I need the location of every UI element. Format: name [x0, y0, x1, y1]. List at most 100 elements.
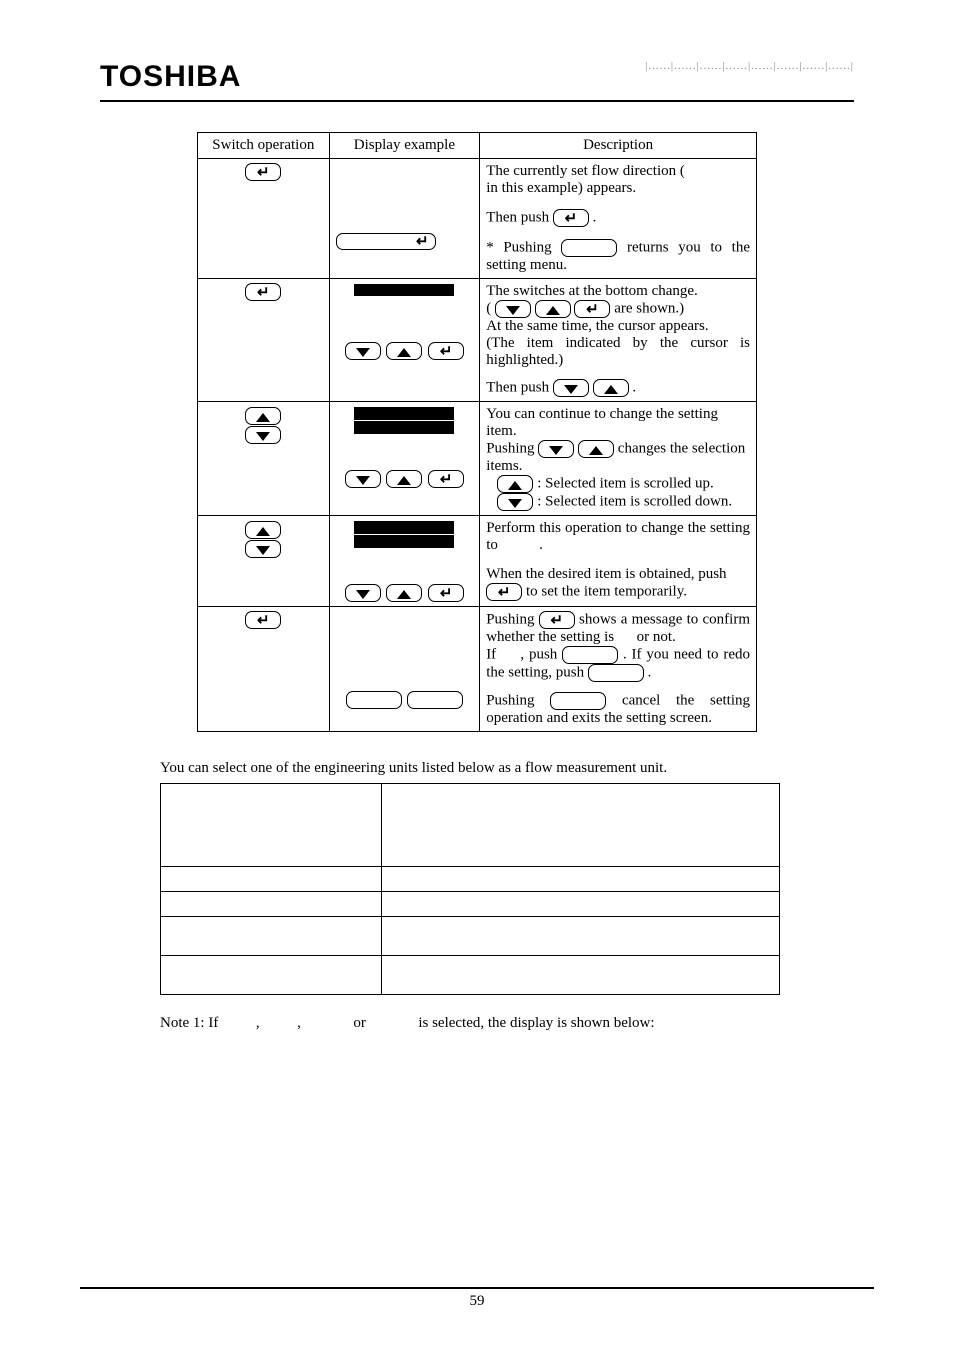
triangle-up-icon [604, 385, 618, 394]
triangle-up-icon [397, 476, 411, 485]
enter-icon: ↵ [440, 586, 453, 602]
triangle-up-icon [508, 481, 522, 490]
up-button[interactable] [578, 440, 614, 458]
blank-button[interactable] [346, 691, 402, 709]
enter-button[interactable]: ↵ [245, 163, 281, 181]
triangle-up-icon [256, 527, 270, 536]
desc-text: or not. [637, 629, 676, 645]
up-button[interactable] [535, 300, 571, 318]
table-row [161, 867, 780, 892]
down-button[interactable] [345, 342, 381, 360]
desc-text: to set the item temporarily. [526, 583, 687, 599]
table-row: ↵ ↵ The currently set flow direction ( i… [198, 159, 757, 279]
enter-icon: ↵ [416, 234, 429, 250]
note-text: or [353, 1015, 366, 1031]
table-row: ↵ ↵ The switches at the bottom change. [198, 279, 757, 402]
enter-button[interactable]: ↵ [539, 611, 575, 629]
enter-icon: ↵ [586, 302, 599, 318]
desc-text: Perform this operation to change the set… [486, 520, 750, 553]
enter-button[interactable]: ↵ [428, 584, 464, 602]
highlight-bar [354, 535, 454, 548]
blank-button[interactable] [407, 691, 463, 709]
enter-icon: ↵ [257, 285, 270, 301]
triangle-down-icon [356, 590, 370, 599]
desc-text: Pushing [486, 440, 534, 456]
down-button[interactable] [497, 493, 533, 511]
blank-button[interactable] [561, 239, 617, 257]
triangle-down-icon [506, 306, 520, 315]
up-button[interactable] [386, 342, 422, 360]
triangle-down-icon [256, 546, 270, 555]
note-text: is selected, the display is shown below: [418, 1015, 654, 1031]
th-display: Display example [329, 133, 480, 159]
desc-text: : Selected item is scrolled up. [537, 475, 714, 491]
desc-text: are shown.) [614, 300, 684, 316]
desc-text: . [539, 537, 543, 553]
triangle-down-icon [549, 446, 563, 455]
desc-text: Then push [486, 379, 549, 395]
highlight-bar [354, 421, 454, 434]
down-button[interactable] [538, 440, 574, 458]
units-table [160, 783, 780, 995]
enter-button[interactable]: ↵ [574, 300, 610, 318]
up-button[interactable] [386, 470, 422, 488]
desc-text: If [486, 646, 496, 662]
header-ornament: |......|......|......|......|......|....… [645, 60, 854, 94]
triangle-down-icon [356, 476, 370, 485]
enter-button[interactable]: ↵ [428, 342, 464, 360]
enter-button[interactable]: ↵ [245, 611, 281, 629]
enter-button[interactable]: ↵ [428, 470, 464, 488]
up-button[interactable] [497, 475, 533, 493]
desc-text: The currently set flow direction ( [486, 163, 685, 179]
triangle-up-icon [397, 348, 411, 357]
up-button[interactable] [245, 407, 281, 425]
enter-icon: ↵ [440, 344, 453, 360]
intro-paragraph: You can select one of the engineering un… [160, 760, 794, 777]
table-row [161, 956, 780, 995]
desc-text: . [648, 664, 652, 680]
desc-text: * Pushing [486, 239, 551, 255]
down-button[interactable] [345, 584, 381, 602]
up-button[interactable] [386, 584, 422, 602]
desc-text: Pushing [486, 692, 534, 708]
note-line: Note 1: If , , or is selected, the displ… [160, 1015, 794, 1032]
desc-text: Pushing [486, 611, 534, 627]
enter-button[interactable]: ↵ [486, 583, 522, 601]
enter-icon: ↵ [440, 472, 453, 488]
footer-rule [80, 1287, 874, 1289]
blank-button[interactable] [562, 646, 618, 664]
blank-button[interactable] [588, 664, 644, 682]
desc-text: Then push [486, 209, 549, 225]
desc-text: At the same time, the cursor appears. [486, 318, 708, 334]
desc-text: You can continue to change the setting i… [486, 406, 718, 439]
triangle-down-icon [256, 432, 270, 441]
down-button[interactable] [245, 426, 281, 444]
enter-icon: ↵ [550, 613, 563, 629]
brand-logo: TOSHIBA [100, 60, 241, 94]
triangle-up-icon [397, 590, 411, 599]
desc-text: The switches at the bottom change. [486, 283, 698, 299]
note-text: Note 1: If [160, 1015, 218, 1031]
down-button[interactable] [245, 540, 281, 558]
highlight-bar [354, 284, 454, 296]
highlight-bar [354, 521, 454, 534]
triangle-down-icon [564, 385, 578, 394]
blank-button[interactable] [550, 692, 606, 710]
desc-text: . [632, 379, 636, 395]
desc-text: : Selected item is scrolled down. [537, 493, 732, 509]
enter-button[interactable]: ↵ [553, 209, 589, 227]
enter-button[interactable]: ↵ [245, 283, 281, 301]
desc-text: (The item indicated by the cursor is [486, 335, 750, 352]
up-button[interactable] [593, 379, 629, 397]
display-button[interactable]: ↵ [336, 233, 436, 250]
enter-icon: ↵ [257, 613, 270, 629]
down-button[interactable] [553, 379, 589, 397]
triangle-up-icon [546, 306, 560, 315]
enter-icon: ↵ [565, 211, 578, 227]
down-button[interactable] [495, 300, 531, 318]
down-button[interactable] [345, 470, 381, 488]
up-button[interactable] [245, 521, 281, 539]
desc-text: ( [486, 300, 491, 316]
desc-text: , push [520, 646, 557, 662]
table-row [161, 917, 780, 956]
